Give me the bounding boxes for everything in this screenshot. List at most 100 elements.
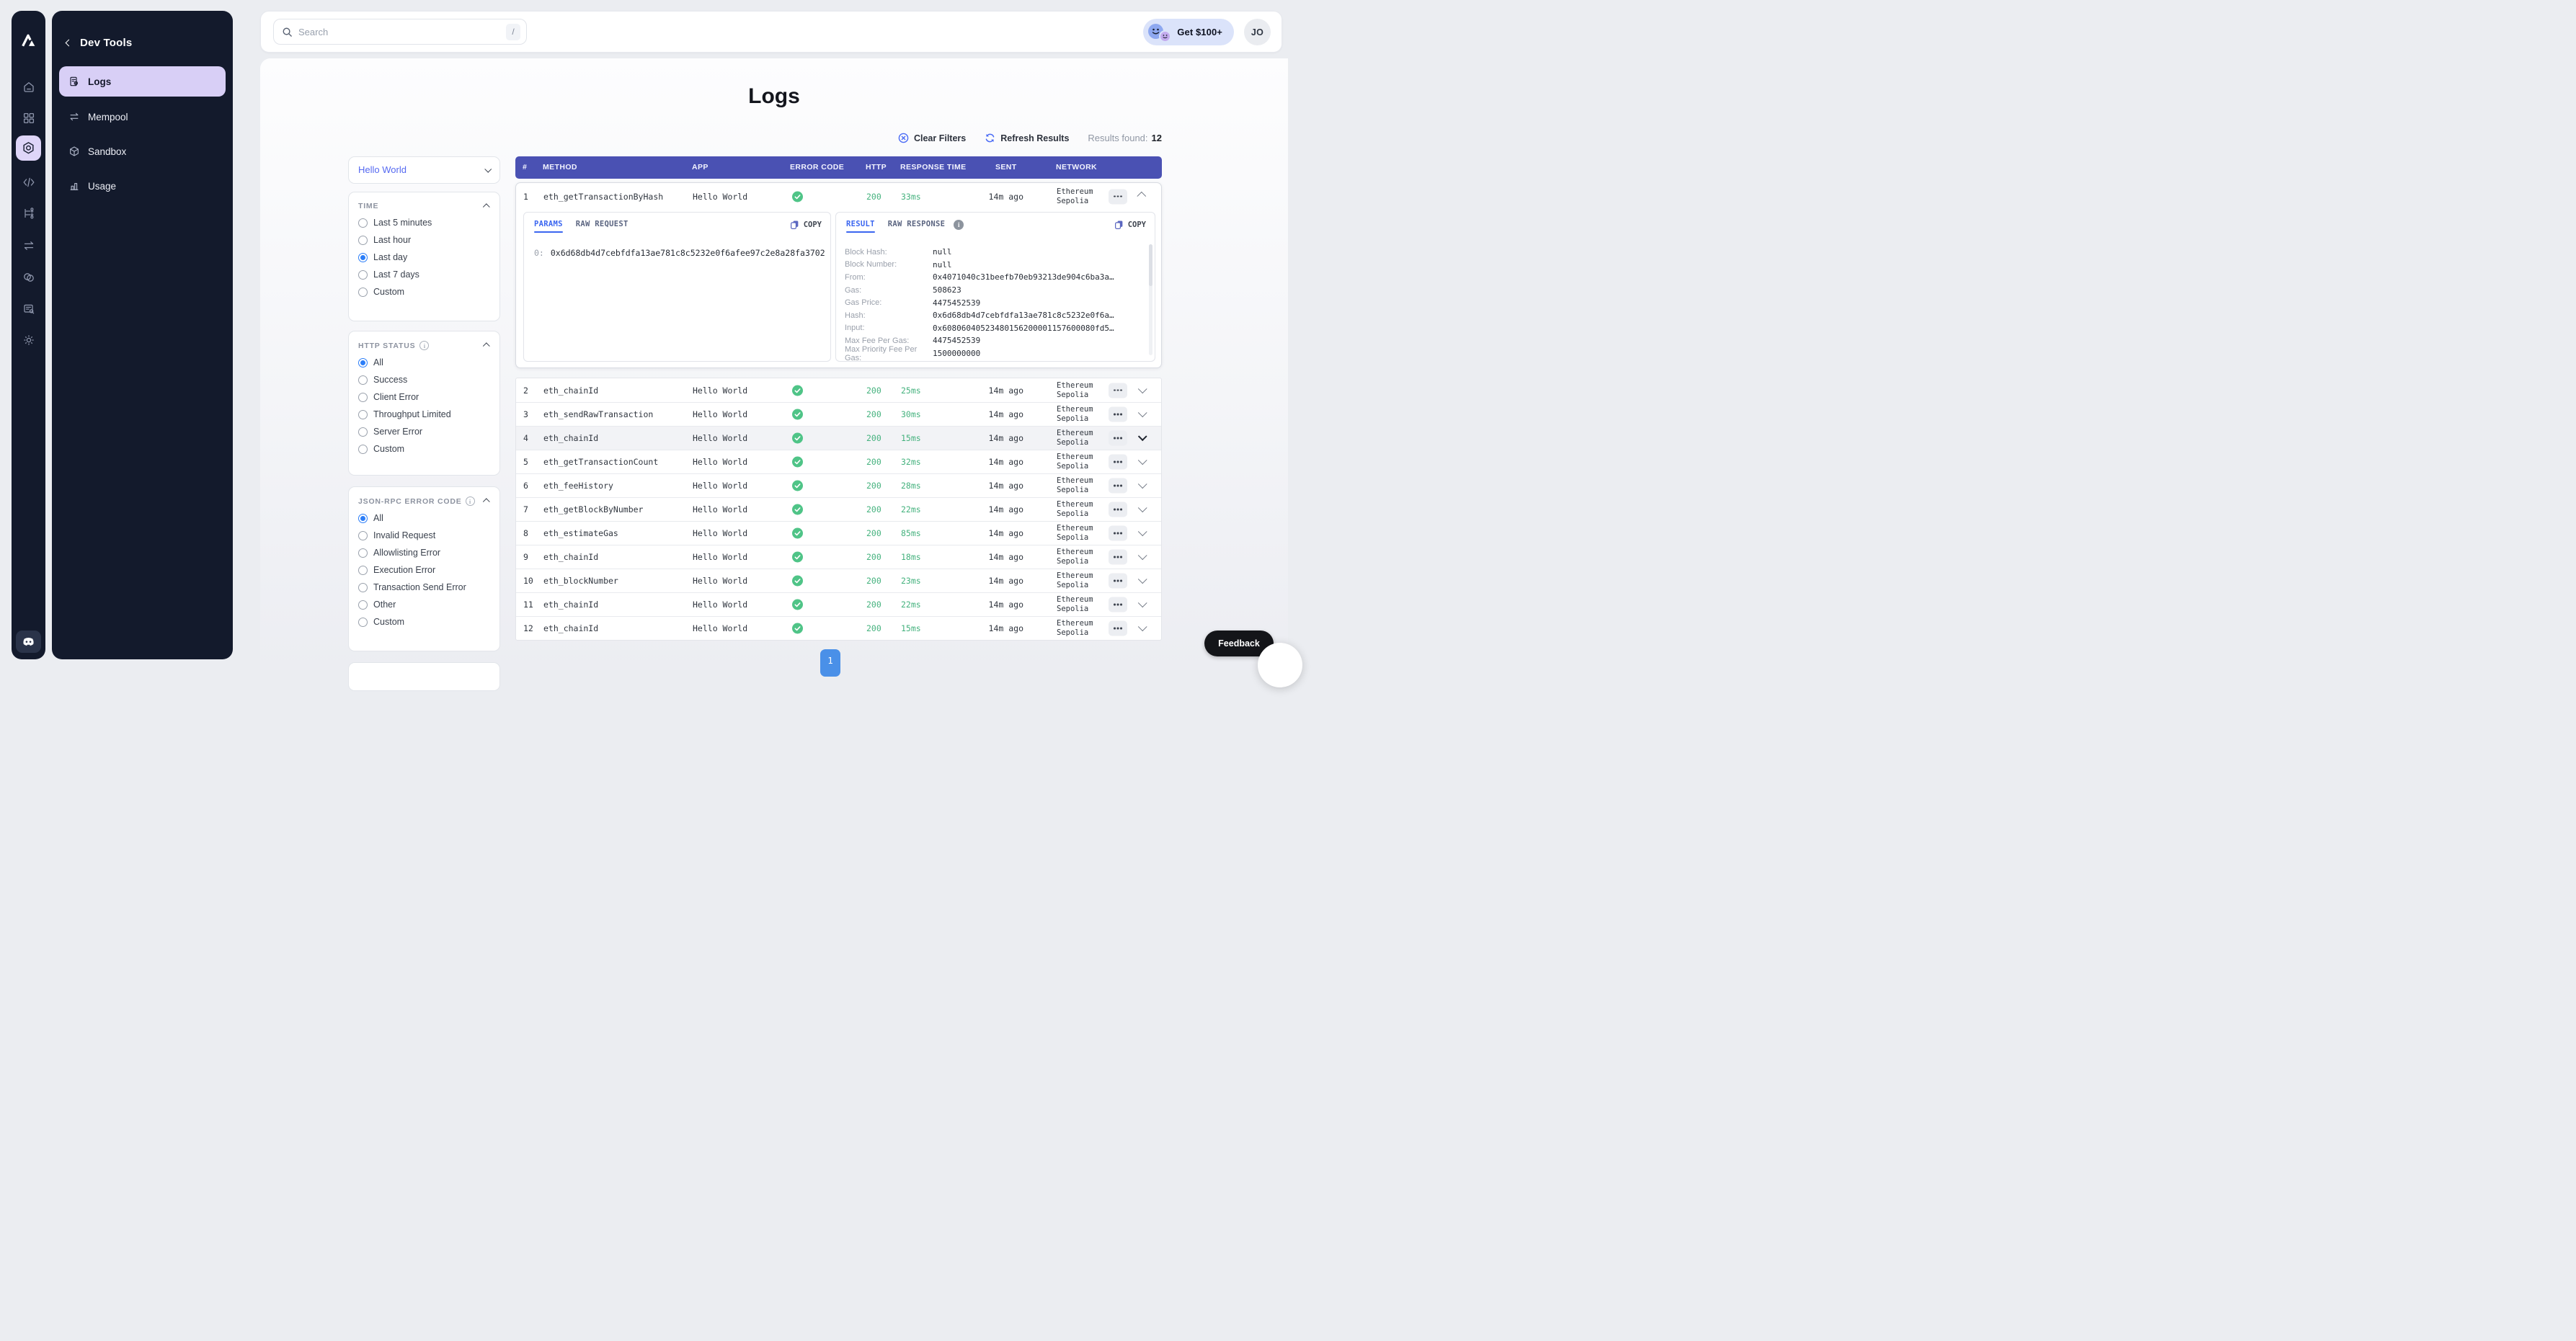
table-row[interactable]: 11 eth_chainId Hello World 200 22ms 14m … [516,592,1161,616]
row-actions-button[interactable] [1109,189,1127,204]
table-row[interactable]: 1 eth_getTransactionByHash Hello World 2… [516,183,1161,210]
row-actions-button[interactable] [1109,455,1127,470]
radio-option[interactable]: Execution Error [349,561,499,579]
expand-row-chevron-icon[interactable] [1138,408,1147,417]
table-row[interactable]: 7 eth_getBlockByNumber Hello World 200 2… [516,497,1161,521]
radio-option[interactable]: Invalid Request [349,527,499,544]
collapse-row-chevron-icon[interactable] [1137,191,1146,200]
radio-option[interactable]: Success [349,371,499,388]
discord-button[interactable] [16,631,41,653]
radio-option[interactable]: Server Error [349,423,499,440]
radio-option[interactable]: Last hour [349,231,499,249]
row-sent: 14m ago [970,457,1023,467]
info-icon[interactable] [954,220,964,230]
expand-row-chevron-icon[interactable] [1138,503,1147,512]
expand-row-chevron-icon[interactable] [1138,598,1147,607]
settings-gear-icon[interactable] [22,334,35,347]
tab-result[interactable]: RESULT [846,220,875,233]
app-select[interactable]: Hello World [348,156,500,184]
success-check-icon [792,457,803,468]
success-check-icon [792,600,803,610]
sidebar-item-sandbox[interactable]: Sandbox [59,140,226,163]
expand-row-chevron-icon[interactable] [1138,432,1147,441]
row-actions-button[interactable] [1109,621,1127,636]
pagination-page-1[interactable]: 1 [820,649,840,677]
table-row[interactable]: 9 eth_chainId Hello World 200 18ms 14m a… [516,545,1161,569]
scrollbar[interactable] [1149,244,1152,355]
expand-row-chevron-icon[interactable] [1138,455,1147,465]
table-row[interactable]: 5 eth_getTransactionCount Hello World 20… [516,450,1161,473]
row-number: 10 [523,576,533,586]
chat-launcher-bubble[interactable] [1258,643,1302,687]
expand-row-chevron-icon[interactable] [1138,527,1147,536]
promo-button[interactable]: Get $100+ [1143,19,1234,45]
collapse-chevron-icon[interactable] [483,203,490,210]
row-actions-button[interactable] [1109,597,1127,612]
tokens-icon[interactable] [22,271,35,284]
row-actions-button[interactable] [1109,478,1127,494]
table-row[interactable]: 6 eth_feeHistory Hello World 200 28ms 14… [516,473,1161,497]
row-method: eth_chainId [543,433,598,443]
tab-raw-request[interactable]: RAW REQUEST [576,220,629,228]
radio-option[interactable]: Other [349,596,499,613]
radio-option[interactable]: Custom [349,613,499,631]
radio-option[interactable]: Transaction Send Error [349,579,499,596]
refresh-results-button[interactable]: Refresh Results [985,133,1069,143]
expand-row-chevron-icon[interactable] [1138,479,1147,489]
collapse-chevron-icon[interactable] [483,342,490,349]
avatar[interactable]: JO [1244,19,1271,45]
row-actions-button[interactable] [1109,383,1127,398]
dev-tools-active-pill[interactable] [16,135,41,161]
radio-option[interactable]: Last 5 minutes [349,214,499,231]
info-icon[interactable] [466,496,475,506]
copy-response-button[interactable]: COPY [1114,220,1146,229]
sidebar-item-mempool[interactable]: Mempool [59,105,226,128]
radio-option[interactable]: Last 7 days [349,266,499,283]
home-icon[interactable] [22,81,35,94]
table-row[interactable]: 4 eth_chainId Hello World 200 15ms 14m a… [516,426,1161,450]
row-actions-button[interactable] [1109,550,1127,565]
row-actions-button[interactable] [1109,526,1127,541]
alchemy-logo-icon[interactable] [19,31,37,49]
table-row[interactable]: 2 eth_chainId Hello World 200 25ms 14m a… [516,378,1161,402]
row-number: 11 [523,600,533,610]
radio-option[interactable]: Last day [349,249,499,266]
radio-option[interactable]: All [349,354,499,371]
transfers-icon[interactable] [22,239,35,252]
expand-row-chevron-icon[interactable] [1138,551,1147,560]
reports-icon[interactable] [22,303,35,316]
expand-row-chevron-icon[interactable] [1138,622,1147,631]
tab-params[interactable]: PARAMS [534,220,563,233]
tab-raw-response[interactable]: RAW RESPONSE [888,220,945,228]
table-row[interactable]: 10 eth_blockNumber Hello World 200 23ms … [516,569,1161,592]
apps-grid-icon[interactable] [22,112,35,125]
table-row[interactable]: 8 eth_estimateGas Hello World 200 85ms 1… [516,521,1161,545]
clear-filters-button[interactable]: Clear Filters [898,133,966,143]
pipeline-icon[interactable] [22,207,35,220]
radio-option[interactable]: Client Error [349,388,499,406]
search-input[interactable] [274,19,526,44]
code-icon[interactable] [22,176,35,189]
sidebar-item-logs[interactable]: Logs [59,66,226,97]
row-actions-button[interactable] [1109,502,1127,517]
row-actions-button[interactable] [1109,431,1127,446]
info-icon[interactable] [419,341,429,350]
success-check-icon [792,528,803,539]
row-actions-button[interactable] [1109,574,1127,589]
row-sent: 14m ago [970,600,1023,610]
radio-option[interactable]: Custom [349,283,499,300]
expand-row-chevron-icon[interactable] [1138,574,1147,584]
radio-option[interactable]: Throughput Limited [349,406,499,423]
row-http-status: 200 [866,504,881,514]
table-row[interactable]: 3 eth_sendRawTransaction Hello World 200… [516,402,1161,426]
collapse-chevron-icon[interactable] [483,498,490,505]
sidebar-item-usage[interactable]: Usage [59,174,226,197]
radio-option[interactable]: All [349,509,499,527]
table-row[interactable]: 12 eth_chainId Hello World 200 15ms 14m … [516,616,1161,640]
back-chevron-icon[interactable] [66,40,73,47]
row-actions-button[interactable] [1109,407,1127,422]
expand-row-chevron-icon[interactable] [1138,384,1147,393]
copy-request-button[interactable]: COPY [790,220,822,229]
radio-option[interactable]: Allowlisting Error [349,544,499,561]
radio-option[interactable]: Custom [349,440,499,458]
